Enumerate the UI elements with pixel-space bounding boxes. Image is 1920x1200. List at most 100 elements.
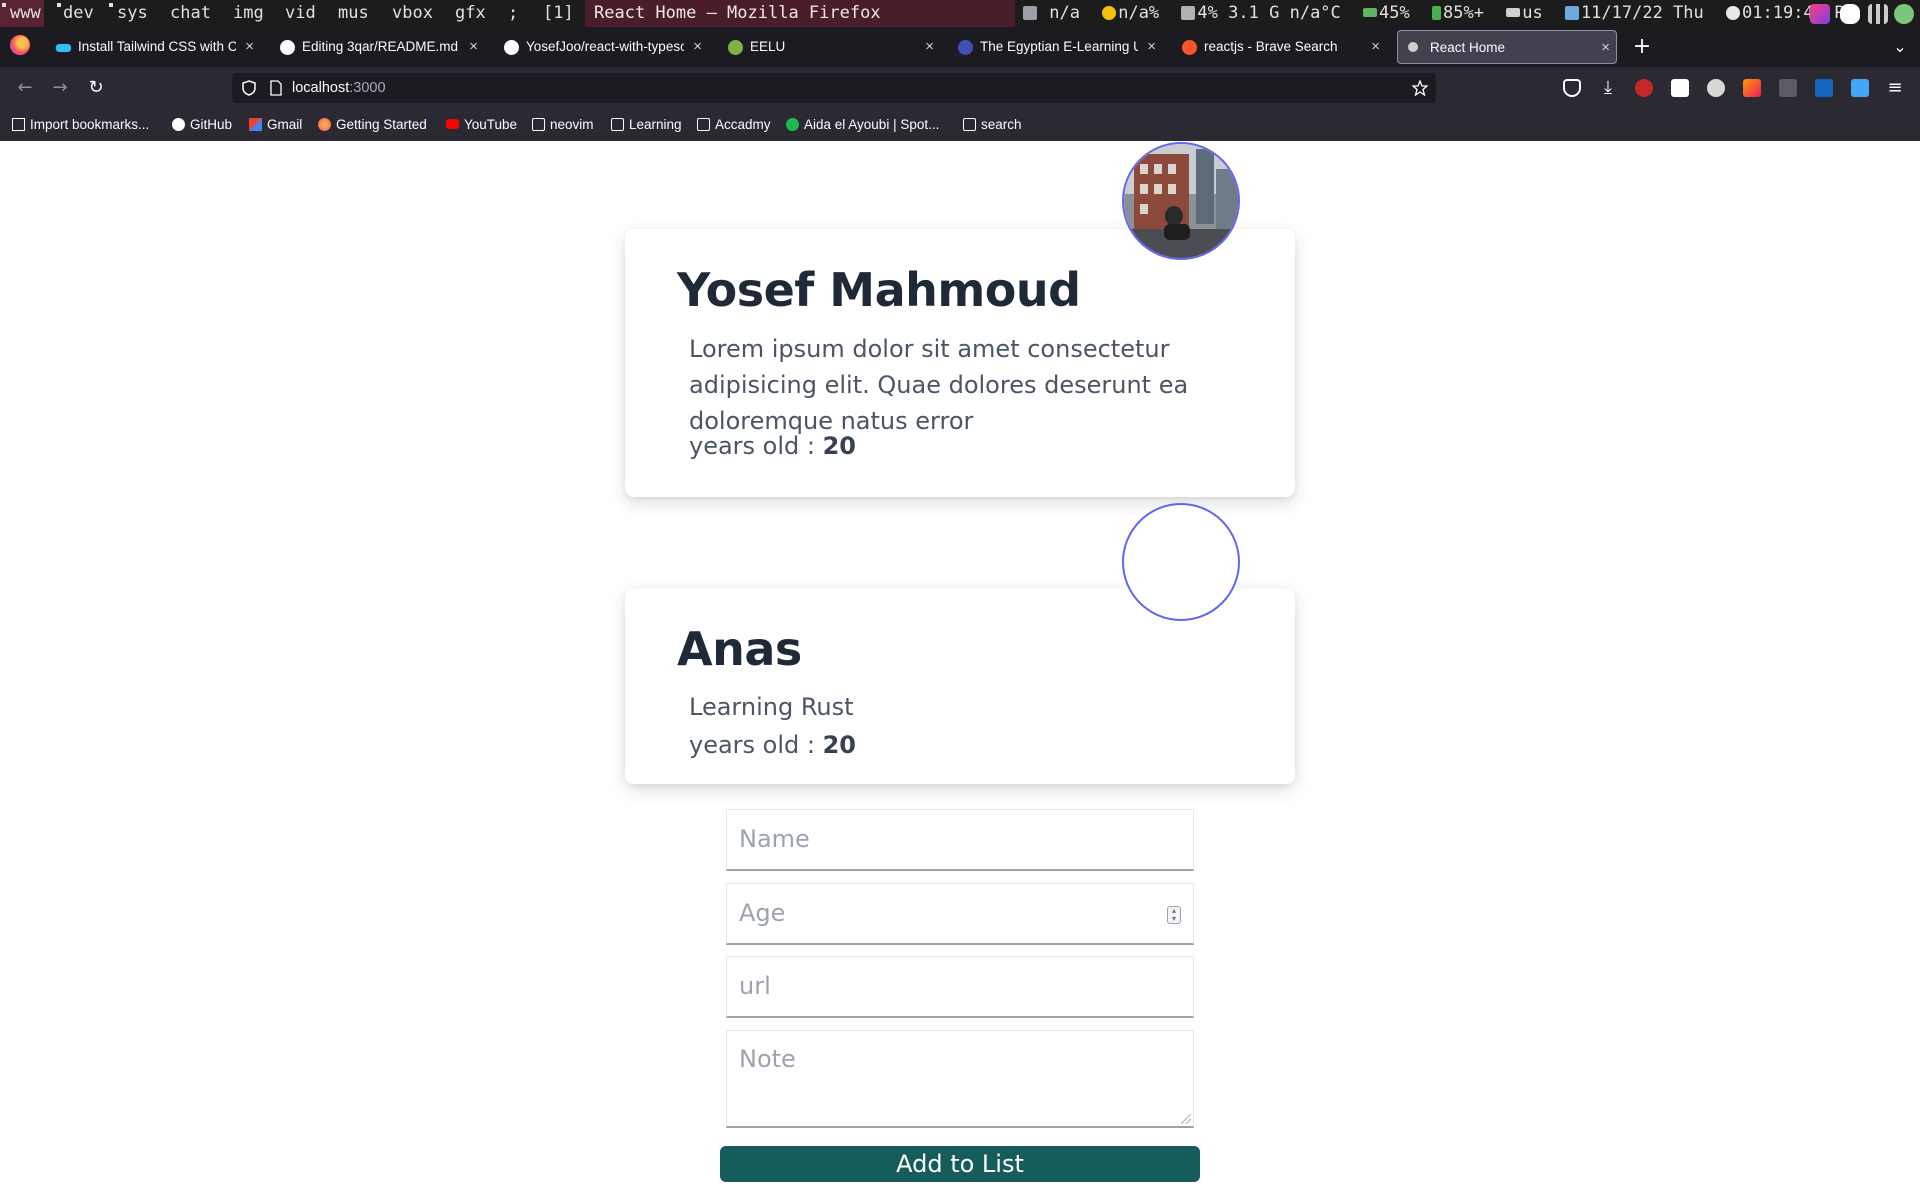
bookmark-folder-accadmy[interactable]: Accadmy [697,109,771,141]
window-count: [1] [543,3,574,23]
workspace-vid[interactable]: vid [285,0,316,27]
workspace-sys[interactable]: sys [107,0,148,27]
page-icon[interactable] [268,80,284,96]
tray-extra-icon[interactable] [1894,4,1914,24]
forward-arrow-icon[interactable]: → [47,75,73,101]
person-note: Learning Rust [689,693,854,721]
bookmark-youtube[interactable]: YouTube [446,109,517,141]
workspace-www[interactable]: www [0,0,44,27]
layout-indicator[interactable]: ; [508,0,518,27]
shield-icon[interactable] [241,80,257,96]
note-textarea[interactable]: Note [726,1030,1194,1128]
name-placeholder: Name [739,825,810,853]
close-tab-icon[interactable]: × [693,30,702,64]
github-icon [280,40,295,55]
hamburger-menu-icon[interactable]: ≡ [1886,79,1904,97]
tab-egyptian-elearning[interactable]: The Egyptian E-Learning U × [948,30,1162,64]
battery-icon [1432,6,1441,20]
react-app-icon [1408,42,1418,52]
disk-status: 45% [1363,0,1410,27]
resize-handle-icon[interactable] [1181,1114,1191,1124]
pocket-icon[interactable] [1563,79,1581,97]
tab-react-with-typescript[interactable]: YosefJoo/react-with-typesc × [494,30,708,64]
workspace-chat[interactable]: chat [170,0,211,27]
tab-strip: Install Tailwind CSS with Cr × Editing 3… [0,27,1920,67]
discord-icon[interactable] [1840,4,1860,24]
reload-icon[interactable]: ↻ [83,75,109,101]
add-to-list-button[interactable]: Add to List [720,1146,1200,1182]
tab-brave-search[interactable]: reactjs - Brave Search × [1172,30,1386,64]
extension-cube-icon[interactable] [1779,79,1797,97]
bookmark-folder-neovim[interactable]: neovim [532,109,594,141]
robot-icon [1181,6,1196,20]
avatar-empty [1122,503,1240,621]
sun-icon [1102,6,1117,20]
list-all-tabs-chevron-icon[interactable]: ⌄ [1888,27,1912,67]
workspace-mus[interactable]: mus [338,0,369,27]
tab-install-tailwind[interactable]: Install Tailwind CSS with Cr × [46,30,260,64]
url-bar[interactable]: localhost:3000 [232,73,1436,103]
avatar-photo [1124,144,1238,258]
close-tab-icon[interactable]: × [1371,30,1380,64]
globe-icon[interactable] [1707,79,1725,97]
bookmark-star-icon[interactable] [1412,80,1428,96]
new-tab-button[interactable]: + [1627,27,1657,67]
close-tab-icon[interactable]: × [925,30,934,64]
age-input[interactable]: Age ▴ ▾ [726,883,1194,945]
person-name: Yosef Mahmoud [677,263,1081,317]
url-input[interactable]: url [726,956,1194,1018]
workspace-img[interactable]: img [233,0,264,27]
close-tab-icon[interactable]: × [1601,31,1610,63]
bookmark-gmail[interactable]: Gmail [249,109,302,141]
network-icon[interactable] [1868,4,1888,24]
brave-icon [1182,40,1197,55]
folder-icon [611,118,624,131]
bookmark-spotify[interactable]: Aida el Ayoubi | Spot... [786,109,939,141]
bookmark-import[interactable]: Import bookmarks... [12,109,149,141]
close-tab-icon[interactable]: × [469,30,478,64]
spotify-icon [786,118,799,131]
number-spinner-icon[interactable]: ▴ ▾ [1167,906,1181,924]
workspace-gfx[interactable]: gfx [455,0,486,27]
import-icon [12,118,25,131]
tab-react-home[interactable]: React Home × [1397,30,1617,64]
extension-blue-icon[interactable] [1815,79,1833,97]
back-arrow-icon[interactable]: ← [12,75,38,101]
name-input[interactable]: Name [726,809,1194,871]
extension-dev-icon[interactable] [1671,79,1689,97]
age-placeholder: Age [739,899,786,927]
brightness-status: n/a% [1102,0,1159,27]
tray-app-icon[interactable] [1810,4,1830,24]
person-age: years old : 20 [689,432,857,460]
workspace-vbox[interactable]: vbox [392,0,433,27]
eelu-icon [728,40,743,55]
tab-eelu[interactable]: EELU × [718,30,940,64]
firefox-icon[interactable] [10,35,30,55]
bookmark-folder-search[interactable]: search [963,109,1022,141]
extension-flame-icon[interactable] [1743,79,1761,97]
folder-icon [532,118,545,131]
speaker-icon [1023,6,1037,20]
workspace-dev[interactable]: dev [55,0,94,27]
keyboard-icon [1506,8,1521,17]
downloads-icon[interactable]: ⤓ [1599,79,1617,97]
avatar [1122,142,1240,260]
system-status: n/a n/a% 4% 3.1 G n/a°C 45% 85%+ us 11/1… [1023,0,1867,27]
github-icon [172,118,185,131]
bookmark-folder-learning[interactable]: Learning [611,109,682,141]
url-placeholder: url [739,972,771,1000]
clock-icon [1726,6,1741,20]
tab-editing-readme[interactable]: Editing 3qar/README.md a × [270,30,484,64]
folder-icon [697,118,710,131]
page-content: Yosef Mahmoud Lorem ipsum dolor sit amet… [0,141,1920,1200]
ublock-origin-icon[interactable] [1635,79,1653,97]
note-placeholder: Note [739,1045,796,1073]
disk-icon [1363,8,1378,17]
close-tab-icon[interactable]: × [245,30,254,64]
wm-status-bar: www dev sys chat img vid mus vbox gfx ; … [0,0,1920,27]
bookmark-getting-started[interactable]: Getting Started [318,109,427,141]
translate-icon[interactable] [1851,79,1869,97]
bookmark-github[interactable]: GitHub [172,109,232,141]
close-tab-icon[interactable]: × [1147,30,1156,64]
workspace-indicator-icon [57,3,61,7]
